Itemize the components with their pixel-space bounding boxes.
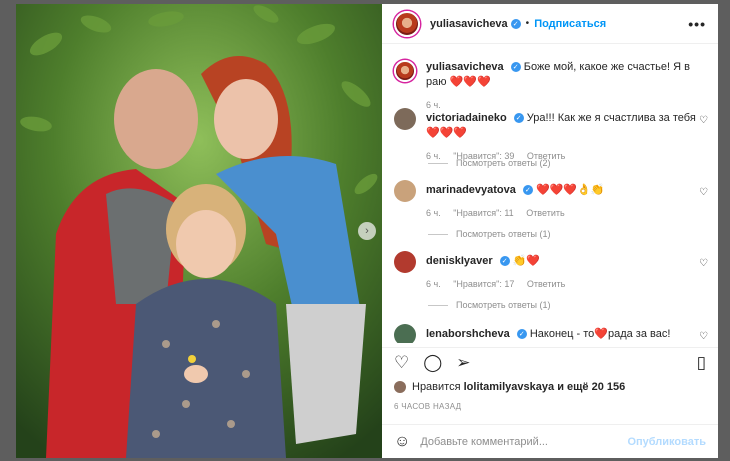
- save-icon[interactable]: ▯: [697, 354, 706, 371]
- comment-text: Наконец - то: [529, 328, 595, 340]
- caption-body: yuliasavicheva ✓ Боже мой, какое же счаст…: [426, 60, 706, 113]
- post-modal: › yuliasavicheva ✓ • Подписаться ••• yul…: [0, 0, 730, 461]
- separator-dot: •: [525, 18, 530, 29]
- comment-meta: 6 ч. "Нравится": 17 Ответить: [426, 277, 706, 292]
- post-header: yuliasavicheva ✓ • Подписаться •••: [382, 4, 718, 44]
- post-time-ago[interactable]: 6 ЧАСОВ НАЗАД: [394, 402, 461, 411]
- verified-icon: ✓: [513, 113, 524, 124]
- comment-likes[interactable]: "Нравится": 17: [453, 279, 514, 289]
- comment-item: lenaborshcheva ✓ Наконец - то❤️рада за ва…: [382, 324, 718, 343]
- comment-item: victoriadaineko ✓ Ура!!! Как же я счастли…: [382, 108, 718, 164]
- commenter-avatar[interactable]: [394, 108, 416, 130]
- comment-composer: ☺ Опубликовать: [382, 424, 718, 458]
- comment-username[interactable]: marinadevyatova: [426, 184, 516, 196]
- comment-time[interactable]: 6 ч.: [426, 279, 441, 289]
- view-replies-button[interactable]: Посмотреть ответы (1): [428, 229, 551, 239]
- view-replies-button[interactable]: Посмотреть ответы (2): [428, 158, 551, 168]
- more-options-icon[interactable]: •••: [688, 16, 706, 32]
- reply-button[interactable]: Ответить: [527, 279, 565, 289]
- author-avatar[interactable]: [394, 10, 420, 37]
- comments-list[interactable]: yuliasavicheva ✓ Боже мой, какое же счаст…: [382, 45, 718, 343]
- comment-emoji: ❤️❤️❤️👌👏: [535, 184, 605, 196]
- comment-like-icon[interactable]: ♡: [699, 115, 708, 126]
- comment-like-icon[interactable]: ♡: [699, 331, 708, 342]
- caption-emoji: ❤️❤️❤️: [449, 76, 491, 88]
- liker-avatar[interactable]: [394, 381, 406, 393]
- likes-prefix: Нравится: [412, 381, 461, 393]
- family-photo-image: [16, 4, 382, 458]
- caption-avatar[interactable]: [394, 60, 416, 82]
- likes-summary: Нравится lolitamilyavskaya и ещё 20 156: [394, 381, 625, 393]
- comment-text-cont: рада за вас!: [607, 328, 671, 340]
- comment-emoji: ❤️❤️❤️: [426, 127, 468, 139]
- post-side-panel: yuliasavicheva ✓ • Подписаться ••• yulia…: [382, 4, 718, 458]
- caption-username[interactable]: yuliasavicheva: [426, 61, 504, 73]
- comment-emoji: 👏❤️: [512, 255, 541, 267]
- comment-emoji: ❤️: [594, 328, 608, 340]
- comment-time[interactable]: 6 ч.: [426, 208, 441, 218]
- post-photo[interactable]: ›: [16, 4, 382, 458]
- comment-username[interactable]: victoriadaineko: [426, 112, 507, 124]
- comment-body: lenaborshcheva ✓ Наконец - то❤️рада за ва…: [426, 327, 706, 342]
- verified-icon: ✓: [510, 62, 521, 73]
- comment-item: marinadevyatova ✓ ❤️❤️❤️👌👏 6 ч. "Нравится…: [382, 180, 718, 221]
- verified-icon: ✓: [510, 18, 521, 29]
- next-photo-button[interactable]: ›: [358, 222, 376, 240]
- comment-body: deniskIyaver ✓ 👏❤️ 6 ч. "Нравится": 17 От…: [426, 254, 706, 292]
- verified-icon: ✓: [499, 256, 510, 267]
- verified-icon: ✓: [522, 185, 533, 196]
- caption: yuliasavicheva ✓ Боже мой, какое же счаст…: [382, 60, 718, 113]
- verified-icon: ✓: [516, 329, 527, 340]
- comment-input[interactable]: [420, 435, 628, 448]
- comment-like-icon[interactable]: ♡: [699, 258, 708, 269]
- commenter-avatar[interactable]: [394, 251, 416, 273]
- reply-button[interactable]: Ответить: [526, 208, 564, 218]
- view-replies-button[interactable]: Посмотреть ответы (1): [428, 300, 551, 310]
- share-icon[interactable]: ➢: [456, 354, 470, 371]
- comment-likes[interactable]: "Нравится": 11: [453, 208, 513, 218]
- comment-meta: 6 ч. "Нравится": 11 Ответить: [426, 206, 706, 221]
- caption-time[interactable]: 6 ч.: [426, 100, 441, 110]
- emoji-icon[interactable]: ☺: [394, 433, 410, 451]
- like-icon[interactable]: ♡: [394, 354, 409, 371]
- action-bar: ♡ ◯ ➢ ▯: [382, 347, 718, 377]
- publish-button[interactable]: Опубликовать: [627, 436, 706, 448]
- likes-count[interactable]: и ещё 20 156: [557, 381, 625, 393]
- follow-button[interactable]: Подписаться: [534, 18, 606, 30]
- comment-body: marinadevyatova ✓ ❤️❤️❤️👌👏 6 ч. "Нравится…: [426, 183, 706, 221]
- author-username[interactable]: yuliasavicheva: [430, 18, 508, 30]
- comment-item: deniskIyaver ✓ 👏❤️ 6 ч. "Нравится": 17 От…: [382, 251, 718, 292]
- commenter-avatar[interactable]: [394, 324, 416, 343]
- comment-username[interactable]: deniskIyaver: [426, 255, 493, 267]
- comment-body: victoriadaineko ✓ Ура!!! Как же я счастли…: [426, 111, 706, 164]
- comment-username[interactable]: lenaborshcheva: [426, 328, 510, 340]
- comment-like-icon[interactable]: ♡: [699, 187, 708, 198]
- comment-text: Ура!!! Как же я счастлива за тебя: [526, 112, 696, 124]
- liker-username[interactable]: lolitamilyavskaya: [464, 381, 555, 393]
- commenter-avatar[interactable]: [394, 180, 416, 202]
- comment-icon[interactable]: ◯: [423, 354, 442, 371]
